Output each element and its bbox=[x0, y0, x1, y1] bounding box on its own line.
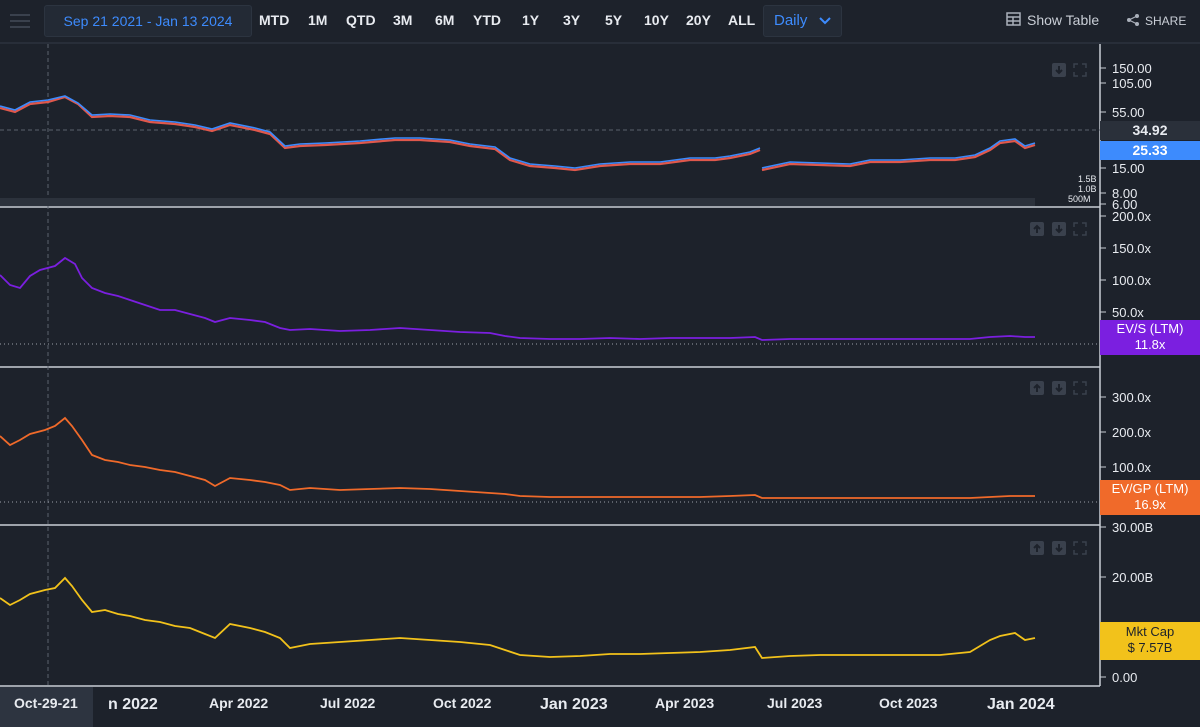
y-tick-100x-gp: 100.0x bbox=[1112, 460, 1152, 475]
y-tick-105: 105.00 bbox=[1112, 76, 1152, 91]
volume-tick-1-0b: 1.0B bbox=[1078, 184, 1097, 194]
price-move-down-button[interactable] bbox=[1052, 63, 1066, 77]
y-tick-100x: 100.0x bbox=[1112, 273, 1152, 288]
mkt-cap-move-down-button[interactable] bbox=[1052, 541, 1066, 555]
y-tick-150x: 150.0x bbox=[1112, 241, 1152, 256]
ev-gp-expand-icon[interactable] bbox=[1073, 381, 1087, 395]
y-tick-50x: 50.0x bbox=[1112, 305, 1144, 320]
ev-s-expand-icon[interactable] bbox=[1073, 222, 1087, 236]
price-series bbox=[0, 95, 1036, 172]
ev-gp-value: 16.9x bbox=[1134, 497, 1166, 512]
price-line-down bbox=[0, 95, 761, 172]
volume-tick-1-5b: 1.5B bbox=[1078, 174, 1097, 184]
y-tick-55: 55.00 bbox=[1112, 105, 1145, 120]
y-tick-15: 15.00 bbox=[1112, 161, 1145, 176]
arrow-down-icon bbox=[1055, 225, 1063, 234]
last-close-tag: 25.33 bbox=[1100, 141, 1200, 160]
x-tick-jan-2023: Jan 2023 bbox=[540, 696, 608, 713]
mkt-cap-move-up-button[interactable] bbox=[1030, 541, 1044, 555]
ev-gp-label: EV/GP (LTM) bbox=[1111, 481, 1189, 496]
ev-s-move-down-button[interactable] bbox=[1052, 222, 1066, 236]
ev-s-value: 11.8x bbox=[1134, 337, 1166, 352]
arrow-up-icon bbox=[1033, 224, 1041, 233]
ev-s-label-box: EV/S (LTM) 11.8x bbox=[1100, 320, 1200, 355]
ev-gp-line bbox=[0, 416, 1035, 499]
x-tick-jan-2022: n 2022 bbox=[108, 696, 158, 713]
mkt-cap-label: Mkt Cap bbox=[1125, 624, 1175, 639]
y-tick-150: 150.00 bbox=[1112, 61, 1152, 76]
x-tick-apr-2022: Apr 2022 bbox=[209, 695, 269, 711]
y-tick-0: 0.00 bbox=[1112, 670, 1138, 685]
x-tick-oct-2022: Oct 2022 bbox=[433, 695, 492, 711]
y-tick-30b: 30.00B bbox=[1112, 520, 1154, 535]
x-tick-jul-2023: Jul 2023 bbox=[767, 695, 823, 711]
arrow-down-icon bbox=[1055, 66, 1063, 75]
price-line-up bbox=[0, 95, 761, 169]
mkt-cap-line bbox=[0, 576, 1036, 659]
ev-gp-move-up-button[interactable] bbox=[1030, 381, 1044, 395]
ev-gp-label-box: EV/GP (LTM) 16.9x bbox=[1100, 480, 1200, 515]
arrow-down-icon bbox=[1055, 384, 1063, 393]
ev-s-line bbox=[0, 256, 1035, 341]
x-tick-jul-2022: Jul 2022 bbox=[320, 695, 376, 711]
ev-s-label: EV/S (LTM) bbox=[1116, 321, 1184, 336]
ev-gp-move-down-button[interactable] bbox=[1052, 381, 1066, 395]
mkt-cap-label-box: Mkt Cap $ 7.57B bbox=[1100, 622, 1200, 660]
volume-bars bbox=[0, 198, 1035, 206]
mkt-cap-expand-icon[interactable] bbox=[1073, 541, 1087, 555]
x-tick-oct-2023: Oct 2023 bbox=[879, 695, 938, 711]
arrow-up-icon bbox=[1033, 543, 1041, 552]
crosshair-value-tag: 34.92 bbox=[1100, 121, 1200, 140]
x-tick-jan-2024: Jan 2024 bbox=[987, 696, 1055, 713]
ev-s-move-up-button[interactable] bbox=[1030, 222, 1044, 236]
crosshair-date: Oct-29-21 bbox=[14, 695, 78, 711]
mkt-cap-value: $ 7.57B bbox=[1127, 640, 1173, 655]
y-tick-200x: 200.0x bbox=[1112, 209, 1152, 224]
arrow-down-icon bbox=[1055, 544, 1063, 553]
x-tick-apr-2023: Apr 2023 bbox=[655, 695, 715, 711]
y-tick-200x-gp: 200.0x bbox=[1112, 425, 1152, 440]
arrow-up-icon bbox=[1033, 383, 1041, 392]
chart-canvas[interactable] bbox=[0, 0, 1200, 727]
volume-tick-500m: 500M bbox=[1068, 194, 1091, 204]
y-tick-20b: 20.00B bbox=[1112, 570, 1154, 585]
price-expand-icon[interactable] bbox=[1073, 63, 1087, 77]
y-tick-300x: 300.0x bbox=[1112, 390, 1152, 405]
